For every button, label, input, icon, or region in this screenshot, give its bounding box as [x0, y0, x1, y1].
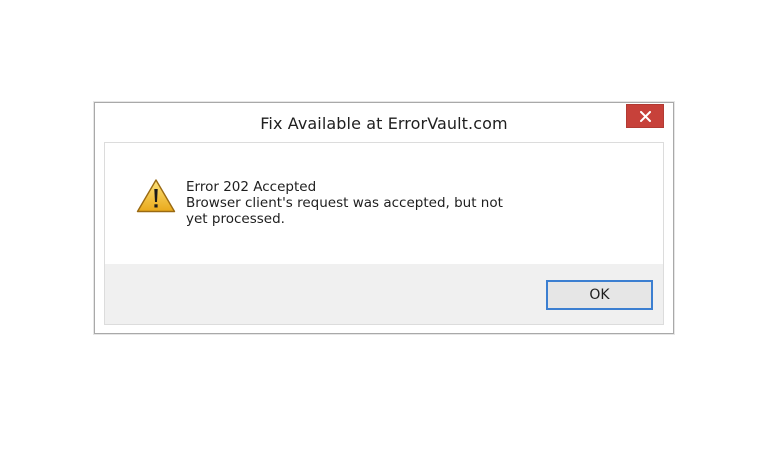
error-heading: Error 202 Accepted	[186, 179, 317, 195]
dialog-client-area: Error 202 Accepted Browser client's requ…	[104, 142, 664, 325]
error-dialog: Fix Available at ErrorVault.com Error 20…	[94, 102, 674, 334]
dialog-title: Fix Available at ErrorVault.com	[260, 114, 508, 133]
close-button[interactable]	[626, 104, 664, 128]
button-bar: OK	[105, 264, 663, 324]
message-area: Error 202 Accepted Browser client's requ…	[105, 143, 663, 264]
title-bar[interactable]: Fix Available at ErrorVault.com	[95, 103, 673, 141]
warning-icon	[136, 179, 176, 213]
error-message: Error 202 Accepted Browser client's requ…	[186, 179, 516, 227]
ok-button[interactable]: OK	[546, 280, 653, 310]
close-icon	[639, 110, 651, 122]
error-description: Browser client's request was accepted, b…	[186, 195, 503, 227]
